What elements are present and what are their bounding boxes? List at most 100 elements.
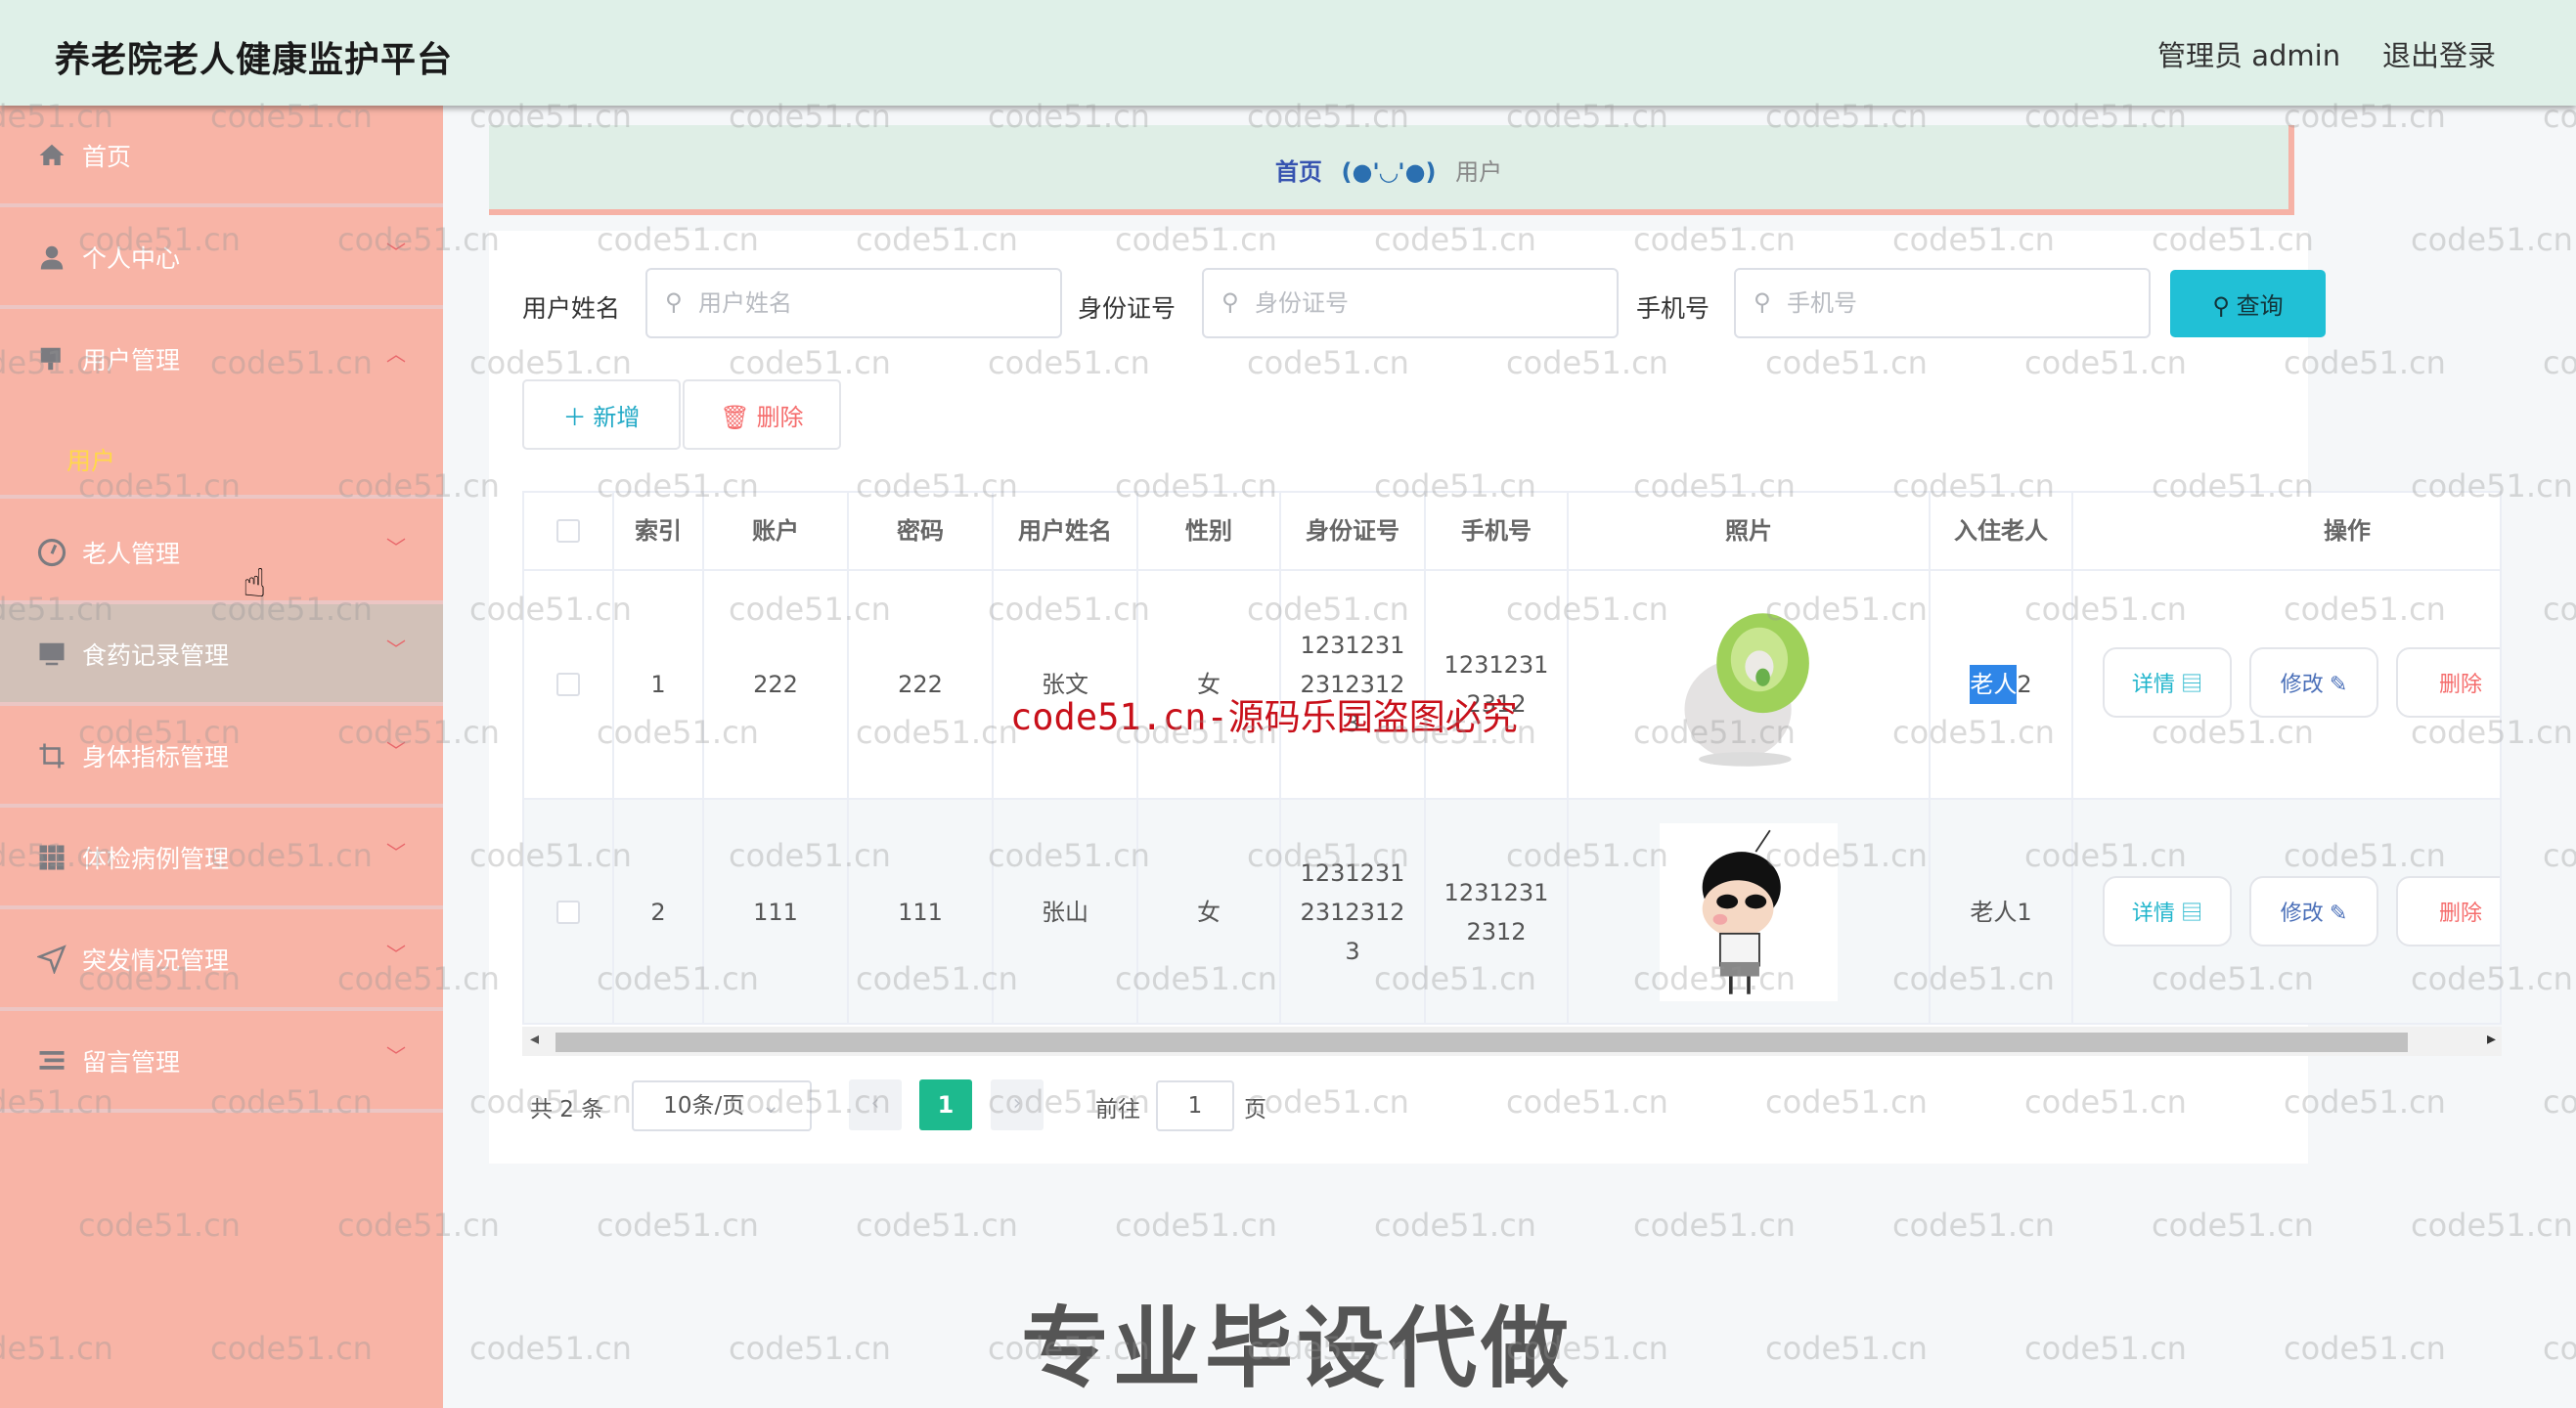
cell-name: 张文 xyxy=(994,571,1138,798)
document-icon: ▤ xyxy=(2181,901,2203,925)
sidebar-item-emergencies[interactable]: 突发情况管理 ﹀ xyxy=(0,909,443,1011)
search-icon: ⚲ xyxy=(665,288,683,316)
col-name: 用户姓名 xyxy=(994,493,1138,569)
sidebar-item-medical-records[interactable]: 体检病例管理 ﹀ xyxy=(0,808,443,909)
sidebar-item-messages[interactable]: 留言管理 ﹀ xyxy=(0,1011,443,1113)
detail-label: 详情 xyxy=(2131,672,2175,696)
user-table: 索引 账户 密码 用户姓名 性别 身份证号 手机号 照片 入住老人 操作 1 2… xyxy=(522,491,2502,1025)
goto-page-input[interactable]: 1 xyxy=(1156,1080,1234,1131)
idcard-line: 2312312 xyxy=(1300,899,1405,926)
edit-button[interactable]: 修改 ✎ xyxy=(2249,647,2378,718)
watermark-tile: code51.cn xyxy=(2024,1330,2187,1367)
sidebar-item-food-medicine[interactable]: 食药记录管理 ﹀ xyxy=(0,604,443,706)
cell-password: 111 xyxy=(849,800,994,1023)
watermark-tile: code51.cn xyxy=(2152,1207,2314,1244)
sidebar-item-label: 体检病例管理 xyxy=(82,845,230,873)
watermark-tile: code51.cn xyxy=(1633,1207,1796,1244)
red-watermark-text: code51.cn-源码乐园盗图必究 xyxy=(1010,696,1518,738)
search-phone-field[interactable]: ⚲ xyxy=(1734,268,2151,338)
home-icon xyxy=(37,141,67,170)
search-name-field[interactable]: ⚲ xyxy=(645,268,1062,338)
batch-delete-button[interactable]: 🗑 删除 xyxy=(683,379,841,450)
watermark-tile: code51.cn xyxy=(2543,344,2576,381)
idcard-line: 1231231 xyxy=(1300,632,1405,659)
chevron-left-icon: ‹ xyxy=(870,1091,880,1116)
chevron-down-icon: ﹀ xyxy=(386,739,406,763)
cell-idcard: 1231231 2312312 3 xyxy=(1281,571,1426,798)
delete-button[interactable]: 删除 xyxy=(2396,647,2500,718)
cell-elder: 老人1 xyxy=(1931,800,2073,1023)
search-name-input[interactable] xyxy=(698,284,1048,323)
col-idcard: 身份证号 xyxy=(1281,493,1426,569)
sidebar-item-profile[interactable]: 个人中心 ﹀ xyxy=(0,207,443,309)
sidebar-item-user-management[interactable]: 用户管理 ︿ xyxy=(0,309,443,411)
cell-actions: 详情 ▤ 修改 ✎ 删除 xyxy=(2073,571,2500,798)
cell-actions: 详情 ▤ 修改 ✎ 删除 xyxy=(2073,800,2500,1023)
big-watermark-text: 专业毕设代做 xyxy=(1021,1298,1573,1400)
detail-button[interactable]: 详情 ▤ xyxy=(2103,876,2232,946)
search-label-name: 用户姓名 xyxy=(522,294,621,323)
sidebar-item-label: 个人中心 xyxy=(82,244,181,273)
trash-icon: 🗑 xyxy=(720,404,757,431)
search-icon: ⚲ xyxy=(1221,288,1239,316)
search-label-idcard: 身份证号 xyxy=(1078,294,1177,323)
add-button[interactable]: ＋ 新增 xyxy=(522,379,681,450)
search-idcard-input[interactable] xyxy=(1255,284,1605,323)
page-size-select[interactable]: 10条/页 ⌄ xyxy=(632,1080,812,1131)
edit-button[interactable]: 修改 ✎ xyxy=(2249,876,2378,946)
scrollbar-thumb[interactable] xyxy=(555,1033,2408,1052)
delete-label: 删除 xyxy=(2438,672,2482,696)
watermark-tile: code51.cn xyxy=(2411,221,2573,258)
idcard-line: 3 xyxy=(1345,938,1360,965)
sidebar-item-home[interactable]: 首页 xyxy=(0,106,443,207)
dashboard-icon xyxy=(37,538,67,567)
select-all-checkbox[interactable] xyxy=(556,519,580,543)
edit-label: 修改 xyxy=(2280,901,2324,925)
send-icon xyxy=(35,945,67,976)
row-checkbox[interactable] xyxy=(556,901,580,924)
chevron-up-icon: ︿ xyxy=(386,342,406,366)
sidebar-submenu: 用户 xyxy=(0,418,443,499)
search-icon: ⚲ xyxy=(1754,288,1771,316)
row-checkbox[interactable] xyxy=(556,673,580,696)
page-number-current[interactable]: 1 xyxy=(919,1079,972,1130)
breadcrumb-separator: (●'◡'●) xyxy=(1341,158,1437,186)
hand-cursor-icon: ☝ xyxy=(243,561,267,606)
watermark-tile: code51.cn xyxy=(1765,1330,1928,1367)
query-button[interactable]: ⚲ 查询 xyxy=(2170,270,2326,337)
cartoon-boy-photo[interactable] xyxy=(1660,823,1838,1001)
chevron-right-icon: › xyxy=(1012,1091,1022,1116)
col-password: 密码 xyxy=(849,493,994,569)
watermark-tile: code51.cn xyxy=(1115,1207,1277,1244)
crop-icon xyxy=(37,741,67,770)
table-horizontal-scrollbar[interactable]: ◂ ▸ xyxy=(522,1027,2502,1056)
elder-text: 2 xyxy=(2017,671,2032,698)
watermark-tile: code51.cn xyxy=(2543,1330,2576,1367)
breadcrumb-home[interactable]: 首页 xyxy=(1275,158,1322,186)
delete-button[interactable]: 删除 xyxy=(2396,876,2500,946)
logout-link[interactable]: 退出登录 xyxy=(2382,33,2496,74)
sidebar-item-body-metrics[interactable]: 身体指标管理 ﹀ xyxy=(0,706,443,808)
app-title: 养老院老人健康监护平台 xyxy=(55,40,454,80)
edit-label: 修改 xyxy=(2280,672,2324,696)
detail-button[interactable]: 详情 ▤ xyxy=(2103,647,2232,718)
sidebar-item-label: 首页 xyxy=(82,143,132,171)
prev-page-button[interactable]: ‹ xyxy=(849,1079,902,1130)
document-icon: ▤ xyxy=(2181,672,2203,696)
next-page-button[interactable]: › xyxy=(991,1079,1044,1130)
top-header: 养老院老人健康监护平台 管理员 admin 退出登录 xyxy=(0,0,2576,106)
sidebar-item-label: 用户管理 xyxy=(82,346,181,374)
cell-account: 111 xyxy=(704,800,849,1023)
sidebar-item-elder-management[interactable]: 老人管理 ﹀ xyxy=(0,503,443,604)
col-photo: 照片 xyxy=(1569,493,1931,569)
search-idcard-field[interactable]: ⚲ xyxy=(1202,268,1619,338)
search-phone-input[interactable] xyxy=(1787,284,2137,323)
scroll-left-arrow-icon[interactable]: ◂ xyxy=(530,1029,539,1049)
sidebar-item-label: 食药记录管理 xyxy=(82,641,230,670)
current-user: 管理员 admin xyxy=(2157,39,2341,72)
watermark-tile: code51.cn xyxy=(597,1207,759,1244)
cabbage-dog-photo[interactable] xyxy=(1660,595,1838,773)
scroll-right-arrow-icon[interactable]: ▸ xyxy=(2487,1029,2496,1049)
breadcrumb-current: 用户 xyxy=(1455,158,1503,186)
sidebar-subitem-user[interactable]: 用户 xyxy=(67,442,115,477)
